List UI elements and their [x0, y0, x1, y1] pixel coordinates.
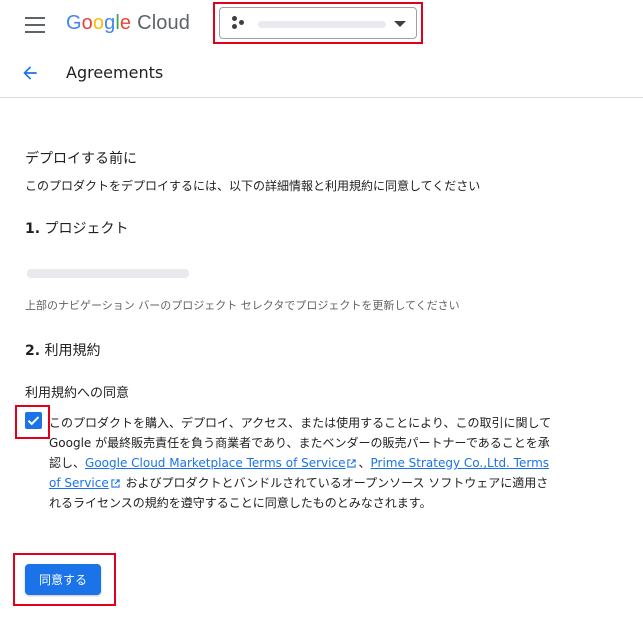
- project-id-redacted: [27, 269, 189, 278]
- external-link-icon: [347, 459, 357, 468]
- step-project-heading: 1. プロジェクト: [25, 218, 129, 238]
- intro-text: このプロダクトをデプロイするには、以下の詳細情報と利用規約に同意してください: [25, 179, 481, 193]
- google-cloud-logo[interactable]: Google Cloud: [66, 12, 190, 35]
- step-terms-heading: 2. 利用規約: [25, 340, 101, 360]
- page-header: Agreements: [0, 50, 643, 98]
- terms-consent-checkbox[interactable]: [25, 412, 42, 429]
- logo-letter: o: [81, 12, 93, 34]
- external-link-icon: [111, 479, 120, 488]
- logo-letter: G: [66, 12, 82, 34]
- logo-cloud-word: Cloud: [137, 12, 190, 34]
- consent-title: 利用規約への同意: [25, 386, 130, 401]
- top-app-bar: Google Cloud: [0, 0, 643, 51]
- consent-text: このプロダクトを購入、デプロイ、アクセス、または使用することにより、この取引に関…: [49, 413, 559, 513]
- before-deploy-heading: デプロイする前に: [25, 151, 137, 167]
- step-label: 利用規約: [44, 343, 101, 359]
- agree-button[interactable]: 同意する: [25, 564, 101, 595]
- step-number: 2.: [25, 343, 41, 359]
- consent-separator: 、: [358, 456, 371, 470]
- step-label: プロジェクト: [44, 221, 129, 237]
- logo-letter: o: [92, 12, 105, 34]
- logo-letter: e: [119, 12, 132, 34]
- arrow-back-icon[interactable]: [20, 63, 40, 83]
- caret-down-icon: [394, 21, 406, 27]
- project-hint: 上部のナビゲーション バーのプロジェクト セレクタでプロジェクトを更新してくださ…: [25, 299, 460, 312]
- step-number: 1.: [25, 221, 41, 237]
- project-dots-icon: [232, 16, 246, 30]
- hamburger-menu-icon[interactable]: [25, 17, 45, 33]
- project-name-redacted: [258, 21, 386, 28]
- marketplace-terms-link[interactable]: Google Cloud Marketplace Terms of Servic…: [85, 456, 345, 470]
- page-title: Agreements: [66, 63, 164, 82]
- consent-text-part: およびプロダクトとバンドルされているオープンソース ソフトウェアに適用されるライ…: [49, 476, 549, 510]
- logo-letter: g: [104, 12, 116, 34]
- checkmark-icon: [27, 416, 40, 426]
- project-selector[interactable]: [219, 7, 417, 39]
